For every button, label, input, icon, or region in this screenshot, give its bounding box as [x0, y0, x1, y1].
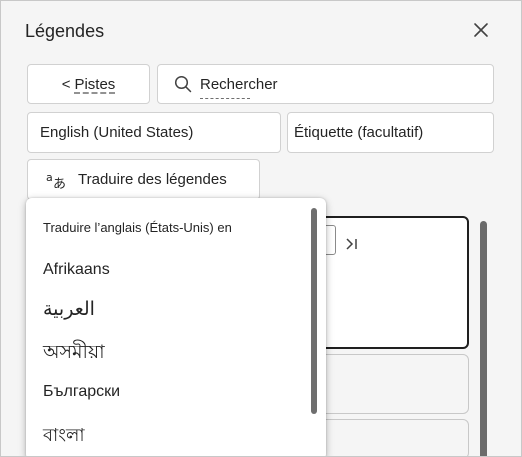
label-field[interactable]: Étiquette (facultatif) [287, 112, 494, 153]
dropdown-scrollbar[interactable] [311, 208, 317, 414]
translate-language-dropdown: Traduire l’anglais (États-Unis) en Afrik… [26, 198, 326, 456]
tracks-button[interactable]: < Pistes [27, 64, 150, 104]
search-placeholder: Rechercher [200, 76, 278, 99]
dropdown-item-afrikaans[interactable]: Afrikaans [43, 261, 110, 279]
skip-next-icon[interactable] [344, 235, 362, 253]
panel-scrollbar[interactable] [480, 221, 487, 456]
svg-text:a: a [46, 171, 53, 184]
chevron-left-icon: < [61, 75, 71, 93]
language-select-value: English (United States) [40, 124, 194, 141]
close-button[interactable] [467, 16, 495, 44]
dropdown-item-bulgarian[interactable]: Български [43, 383, 120, 401]
label-field-placeholder: Étiquette (facultatif) [294, 124, 424, 141]
dropdown-item-assamese[interactable]: অসমীয়া [43, 338, 105, 370]
caption-row[interactable] [301, 419, 469, 456]
panel-title: Légendes [25, 21, 105, 41]
close-icon [474, 23, 488, 37]
svg-text:あ: あ [53, 177, 66, 190]
search-icon [174, 75, 192, 93]
search-input[interactable]: Rechercher [157, 64, 494, 104]
dropdown-item-arabic[interactable]: العربية [43, 298, 95, 321]
caption-row[interactable] [301, 354, 469, 414]
dropdown-header: Traduire l’anglais (États-Unis) en [43, 220, 232, 235]
translate-captions-button[interactable]: a あ Traduire des légendes [27, 159, 260, 200]
translate-captions-label: Traduire des légendes [78, 171, 227, 188]
dropdown-item-bangla[interactable]: বাংলা [43, 421, 85, 452]
captions-panel: Légendes < Pistes Rechercher English (Un… [0, 0, 522, 457]
tracks-button-label: Pistes [74, 75, 116, 93]
language-select[interactable]: English (United States) [27, 112, 281, 153]
translate-icon: a あ [46, 170, 68, 190]
